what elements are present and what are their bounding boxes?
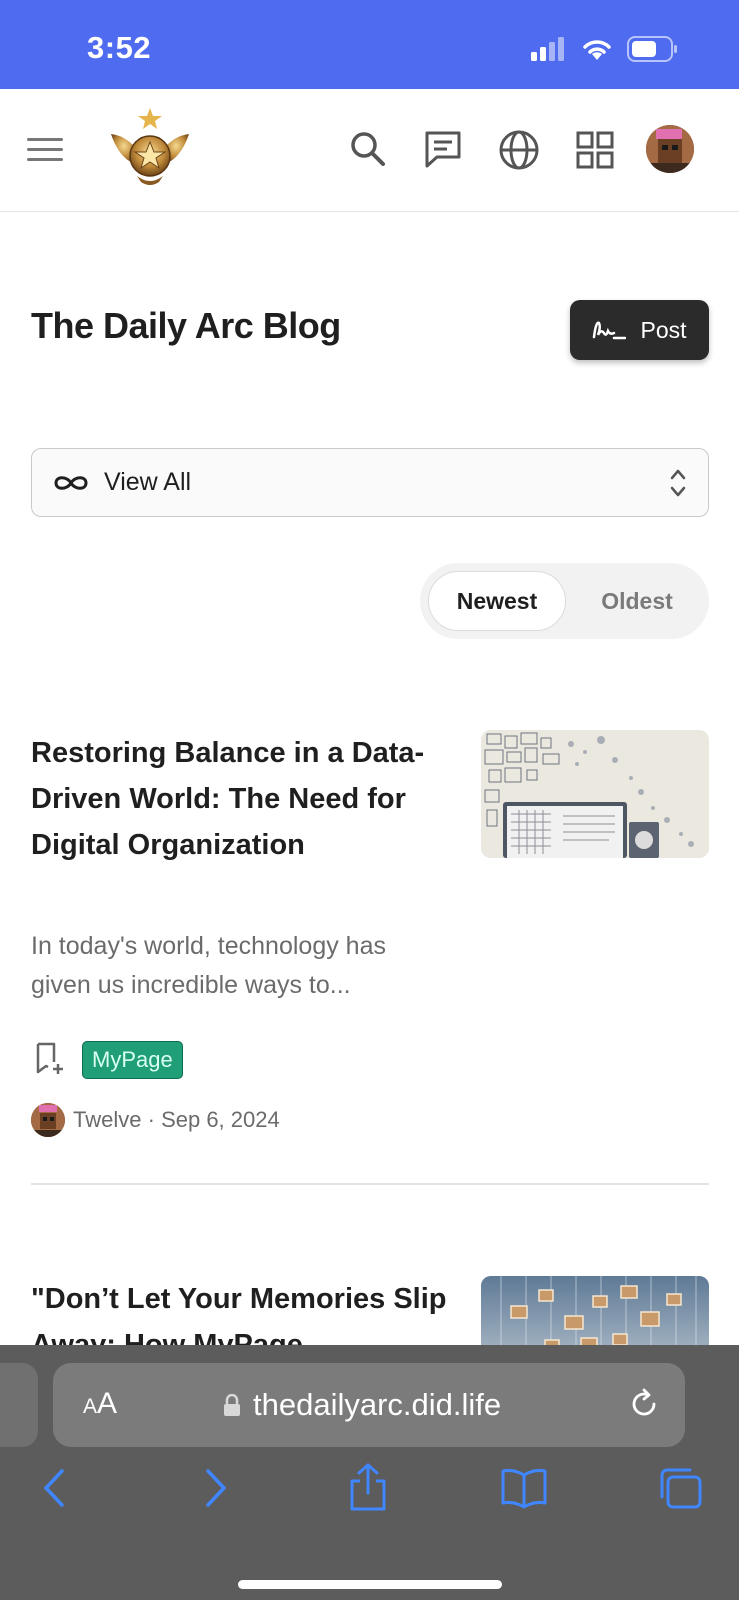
address-bar[interactable]: AA thedailyarc.did.life	[53, 1363, 685, 1447]
page-title: The Daily Arc Blog	[31, 305, 341, 346]
author-name[interactable]: Twelve	[73, 1107, 141, 1132]
add-bookmark-icon[interactable]	[34, 1042, 66, 1081]
article-title[interactable]: Restoring Balance in a Data-Driven World…	[31, 730, 451, 868]
author-meta: Twelve · Sep 6, 2024	[73, 1107, 280, 1133]
infinity-icon	[54, 475, 88, 490]
signal-icon	[531, 37, 564, 61]
forward-icon[interactable]	[200, 1467, 230, 1509]
article-thumbnail[interactable]	[481, 730, 709, 858]
post-button-label: Post	[640, 316, 687, 343]
search-icon[interactable]	[346, 127, 390, 171]
sort-newest-button[interactable]: Newest	[428, 571, 566, 631]
signature-icon	[593, 321, 627, 340]
chevron-up-down-icon	[670, 469, 686, 497]
previous-tab-preview[interactable]	[0, 1363, 38, 1447]
reload-icon[interactable]	[627, 1387, 661, 1421]
globe-icon[interactable]	[496, 127, 542, 173]
tabs-icon[interactable]	[658, 1467, 704, 1509]
status-icons	[531, 36, 679, 62]
status-bar: 3:52	[0, 0, 739, 89]
lock-icon	[224, 1394, 240, 1416]
eagle-star-emblem-logo[interactable]	[104, 103, 196, 195]
home-indicator	[238, 1580, 502, 1589]
status-time: 3:52	[87, 30, 152, 65]
reader-settings-button[interactable]: AA	[83, 1387, 117, 1421]
author-avatar[interactable]	[31, 1103, 65, 1137]
wifi-icon	[583, 40, 611, 60]
chat-icon[interactable]	[420, 127, 466, 171]
url-text[interactable]: thedailyarc.did.life	[253, 1387, 501, 1423]
battery-icon	[627, 36, 677, 62]
article-divider	[31, 1183, 709, 1185]
article-excerpt: In today's world, technology has given u…	[31, 932, 386, 999]
app-header	[0, 89, 739, 212]
sort-oldest-button[interactable]: Oldest	[572, 571, 702, 631]
share-icon[interactable]	[348, 1463, 388, 1511]
tag-badge[interactable]: MyPage	[82, 1041, 183, 1079]
category-filter-select[interactable]: View All	[31, 448, 709, 517]
filter-selected-value: View All	[104, 468, 192, 496]
apps-grid-icon[interactable]	[573, 128, 617, 172]
back-icon[interactable]	[40, 1467, 70, 1509]
post-date: Sep 6, 2024	[161, 1107, 280, 1132]
bookmarks-icon[interactable]	[500, 1467, 548, 1509]
meta-separator: ·	[147, 1107, 155, 1132]
avatar[interactable]	[646, 125, 694, 173]
browser-toolbar: AA thedailyarc.did.life	[0, 1345, 739, 1600]
sort-toggle: Newest Oldest	[420, 563, 709, 639]
hamburger-menu-icon[interactable]	[24, 129, 66, 171]
post-button[interactable]: Post	[570, 300, 709, 360]
